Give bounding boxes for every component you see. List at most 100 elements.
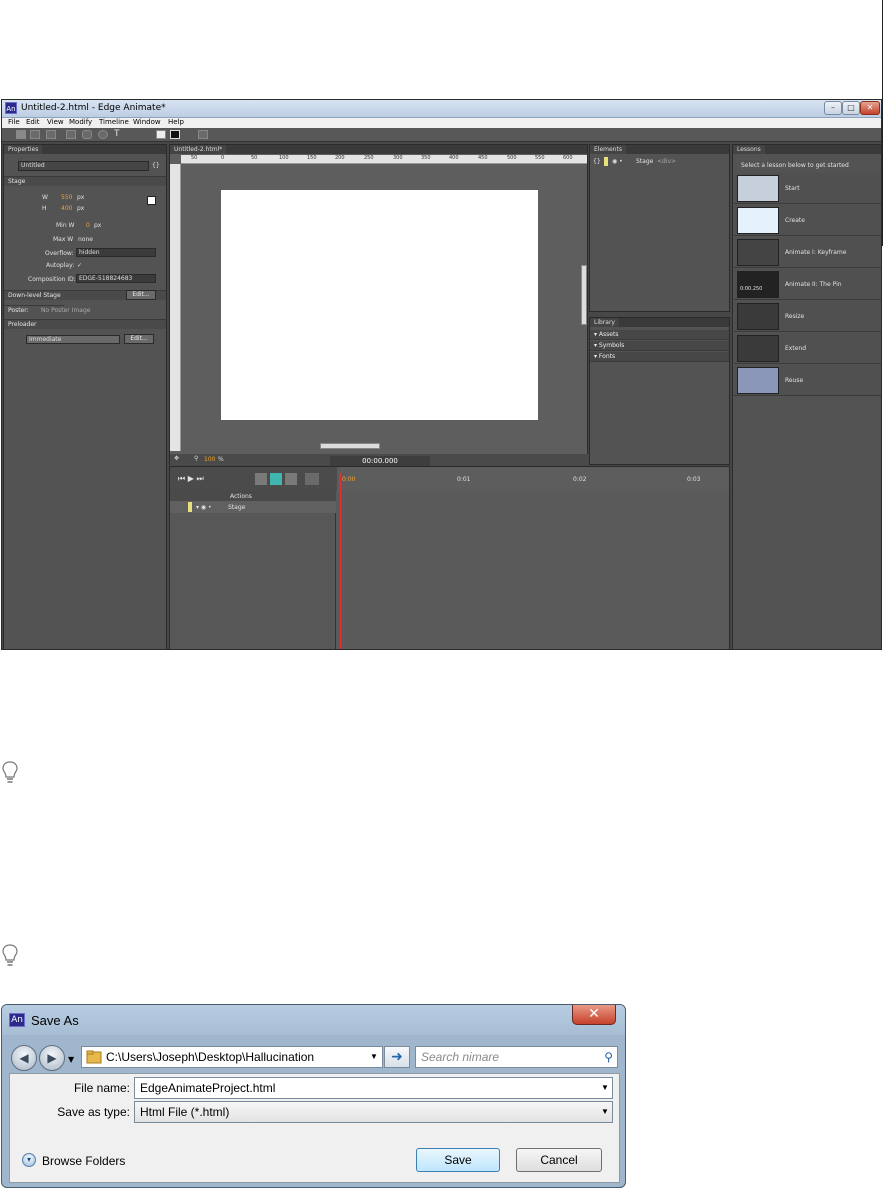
menu-modify[interactable]: Modify — [69, 118, 92, 126]
pin-icon[interactable] — [285, 473, 297, 485]
lesson-reuse[interactable]: Reuse — [734, 365, 881, 396]
menu-bar: File Edit View Modify Timeline Window He… — [2, 118, 881, 128]
tab-properties[interactable]: Properties — [4, 145, 43, 154]
lesson-create[interactable]: Create — [734, 205, 881, 236]
save-type-dropdown-chevron-icon[interactable]: ▼ — [601, 1102, 609, 1122]
menu-help[interactable]: Help — [168, 118, 184, 126]
vertical-scrollbar[interactable] — [581, 265, 587, 325]
file-name-dropdown-chevron-icon[interactable]: ▼ — [601, 1078, 609, 1098]
down-level-edit-button[interactable]: Edit... — [126, 290, 156, 300]
composition-id-field[interactable]: EDGE-518824683 — [76, 274, 156, 283]
save-as-type-label: Save as type: — [57, 1105, 130, 1119]
fill-color-swatch[interactable] — [156, 130, 166, 139]
lesson-start[interactable]: Start — [734, 173, 881, 204]
playhead[interactable] — [340, 473, 341, 649]
element-stage-tag: <div> — [657, 158, 677, 165]
auto-keyframe-icon[interactable] — [255, 473, 267, 485]
menu-edit[interactable]: Edit — [26, 118, 40, 126]
dialog-title: Save As — [31, 1013, 79, 1028]
min-width-value[interactable]: 0 — [86, 222, 90, 229]
autoplay-label: Autoplay: — [46, 262, 75, 269]
preloader-header[interactable]: Preloader — [4, 319, 166, 329]
visibility-eye-icon[interactable]: ◉ • — [612, 158, 623, 165]
library-assets-row[interactable]: ▾ Assets — [590, 330, 729, 340]
tab-library[interactable]: Library — [590, 318, 619, 327]
forward-button[interactable]: ▶ — [39, 1045, 65, 1071]
preloader-select[interactable]: Immediate — [26, 335, 120, 344]
dialog-close-button[interactable]: ✕ — [572, 1005, 616, 1025]
browse-folders-link[interactable]: Browse Folders — [42, 1154, 125, 1168]
lesson-extend[interactable]: Extend — [734, 333, 881, 364]
file-name-input[interactable]: EdgeAnimateProject.html ▼ — [134, 1077, 613, 1099]
go-arrow-icon[interactable]: ➜ — [384, 1046, 410, 1068]
stage-color-swatch[interactable] — [147, 196, 156, 205]
save-as-type-value: Html File (*.html) — [140, 1105, 230, 1119]
menu-timeline[interactable]: Timeline — [99, 118, 129, 126]
close-button[interactable]: ✕ — [860, 101, 880, 115]
code-braces-icon[interactable]: {} — [152, 162, 160, 169]
search-input[interactable]: Search nimare ⚲ — [415, 1046, 618, 1068]
lesson-resize[interactable]: Resize — [734, 301, 881, 332]
composition-name-field[interactable]: Untitled — [18, 161, 149, 171]
auto-transition-icon[interactable] — [270, 473, 282, 485]
tab-elements[interactable]: Elements — [590, 145, 626, 154]
autoplay-checkbox[interactable]: ✓ — [77, 262, 82, 269]
library-fonts-row[interactable]: ▾ Fonts — [590, 352, 729, 362]
stage-layer-row[interactable]: ▾ ◉ • Stage — [170, 501, 336, 513]
save-as-dialog: An Save As ✕ ◀ ▶ ▼ C:\Users\Joseph\Deskt… — [1, 1004, 626, 1188]
page-edge-line — [882, 0, 883, 246]
insert-image-icon[interactable] — [198, 130, 208, 139]
overflow-select[interactable]: hidden — [76, 248, 156, 257]
timeline-tick: 0:00 — [342, 476, 356, 483]
layer-color-tag — [188, 502, 192, 512]
width-value[interactable]: 550 — [61, 194, 72, 201]
back-button[interactable]: ◀ — [11, 1045, 37, 1071]
save-button[interactable]: Save — [416, 1148, 500, 1172]
tab-document[interactable]: Untitled-2.html* — [170, 145, 227, 154]
library-symbols-row[interactable]: ▾ Symbols — [590, 341, 729, 351]
easing-icon[interactable] — [305, 473, 319, 485]
actions-row: Actions — [170, 491, 336, 501]
menu-file[interactable]: File — [8, 118, 20, 126]
browse-folders-chevron-icon[interactable]: ▾ — [22, 1153, 36, 1167]
clipping-tool-icon[interactable] — [46, 130, 56, 139]
height-value[interactable]: 400 — [61, 205, 72, 212]
transform-tool-icon[interactable] — [30, 130, 40, 139]
playback-controls-icon[interactable]: ⏮ ▶ ⏭ — [178, 474, 204, 484]
save-as-type-select[interactable]: Html File (*.html) ▼ — [134, 1101, 613, 1123]
ruler-tick: 350 — [421, 155, 431, 161]
stroke-color-swatch[interactable] — [170, 130, 180, 139]
horizontal-scrollbar[interactable] — [320, 443, 380, 449]
ellipse-tool-icon[interactable] — [98, 130, 108, 139]
rounded-rect-tool-icon[interactable] — [82, 130, 92, 139]
menu-view[interactable]: View — [47, 118, 64, 126]
maximize-button[interactable]: □ — [842, 101, 860, 115]
tab-lessons[interactable]: Lessons — [733, 145, 765, 154]
timeline-tick: 0:02 — [573, 476, 587, 483]
search-icon[interactable]: ⚲ — [604, 1047, 613, 1067]
max-width-value[interactable]: none — [78, 236, 93, 243]
element-stage-label[interactable]: Stage — [636, 158, 653, 165]
cancel-button[interactable]: Cancel — [516, 1148, 602, 1172]
layer-eye-icon[interactable]: ▾ ◉ • — [196, 504, 212, 511]
address-bar[interactable]: C:\Users\Joseph\Desktop\Hallucination ▼ — [81, 1046, 383, 1068]
center-stage-icon[interactable]: ✥ — [174, 455, 179, 462]
rectangle-tool-icon[interactable] — [66, 130, 76, 139]
preloader-edit-button[interactable]: Edit... — [124, 334, 154, 344]
poster-value: No Poster Image — [41, 307, 91, 314]
stage-section-header[interactable]: Stage — [4, 176, 166, 186]
text-tool-icon[interactable]: T — [114, 130, 124, 139]
address-dropdown-chevron-icon[interactable]: ▼ — [370, 1047, 378, 1067]
lesson-animate-keyframe[interactable]: Animate I: Keyframe — [734, 237, 881, 268]
ruler-tick: 400 — [449, 155, 459, 161]
ruler-tick: 50 — [251, 155, 258, 161]
recent-locations-chevron-icon[interactable]: ▼ — [68, 1055, 74, 1064]
timeline-time-display[interactable]: 00:00.000 — [330, 456, 430, 466]
zoom-icon[interactable]: ⚲ — [194, 455, 198, 462]
minimize-button[interactable]: – — [824, 101, 842, 115]
lesson-animate-pin[interactable]: 0:00.250 Animate II: The Pin — [734, 269, 881, 300]
stage-canvas[interactable] — [221, 190, 538, 420]
zoom-value[interactable]: 100 — [204, 456, 215, 463]
menu-window[interactable]: Window — [133, 118, 161, 126]
select-tool-icon[interactable] — [16, 130, 26, 139]
